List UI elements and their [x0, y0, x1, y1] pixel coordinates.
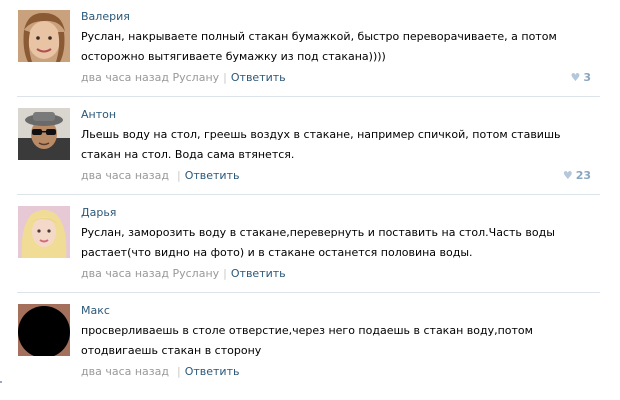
separator: |	[176, 365, 181, 378]
comment-text: Льешь воду на стол, греешь воздух в стак…	[81, 128, 561, 161]
divider	[17, 292, 600, 293]
separator: |	[176, 169, 181, 182]
comment-time[interactable]: два часа назад	[81, 365, 169, 378]
reply-to-name[interactable]: Руслану	[172, 267, 219, 280]
comment-meta: два часа назад Руслану | Ответить	[81, 71, 286, 84]
comment-meta: два часа назад Руслану | Ответить	[81, 267, 286, 280]
avatar[interactable]	[18, 108, 70, 160]
avatar[interactable]	[18, 304, 70, 356]
reply-button[interactable]: Ответить	[185, 169, 240, 182]
comment-time[interactable]: два часа назад	[81, 71, 169, 84]
comment-author[interactable]: Валерия	[81, 10, 130, 23]
comment-meta: два часа назад | Ответить	[81, 169, 239, 182]
like-button[interactable]: ♥ 23	[563, 169, 591, 182]
divider	[17, 96, 600, 97]
separator: |	[223, 71, 227, 84]
avatar[interactable]	[18, 206, 70, 258]
comment-text: просверливаешь в столе отверстие,через н…	[81, 324, 533, 357]
divider	[17, 194, 600, 195]
comment-text: Руслан, накрываете полный стакан бумажко…	[81, 30, 557, 63]
comment-author[interactable]: Антон	[81, 108, 116, 121]
comment-time[interactable]: два часа назад	[81, 267, 169, 280]
page-marker	[0, 381, 2, 383]
comment-item: Дарья Руслан, заморозить воду в стакане,…	[0, 206, 620, 288]
like-count: 3	[583, 71, 591, 84]
avatar[interactable]	[18, 10, 70, 62]
comment-item: Валерия Руслан, накрываете полный стакан…	[0, 10, 620, 95]
comment-author[interactable]: Макс	[81, 304, 110, 317]
reply-button[interactable]: Ответить	[231, 71, 286, 84]
heart-icon: ♥	[570, 71, 581, 84]
comment-author[interactable]: Дарья	[81, 206, 116, 219]
reply-button[interactable]: Ответить	[231, 267, 286, 280]
reply-button[interactable]: Ответить	[185, 365, 240, 378]
comment-text: Руслан, заморозить воду в стакане,переве…	[81, 226, 555, 259]
like-count: 23	[575, 169, 591, 182]
heart-icon: ♥	[562, 169, 573, 182]
comment-time[interactable]: два часа назад	[81, 169, 169, 182]
like-button[interactable]: ♥ 3	[570, 71, 591, 84]
comment-item: Макс просверливаешь в столе отверстие,че…	[0, 304, 620, 394]
separator: |	[223, 267, 227, 280]
reply-to-name[interactable]: Руслану	[172, 71, 219, 84]
comment-meta: два часа назад | Ответить	[81, 365, 239, 378]
comment-item: Антон Льешь воду на стол, греешь воздух …	[0, 108, 620, 190]
